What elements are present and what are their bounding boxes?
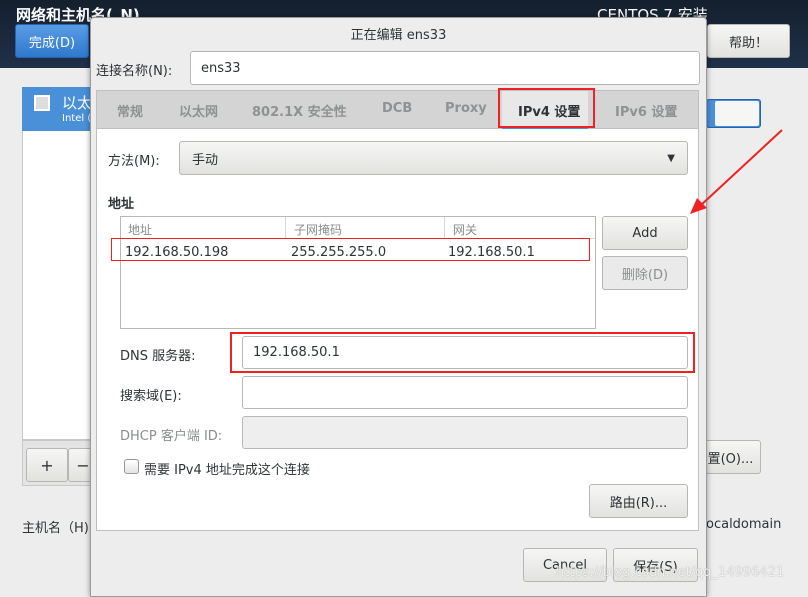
annotation-arrow	[690, 129, 783, 214]
